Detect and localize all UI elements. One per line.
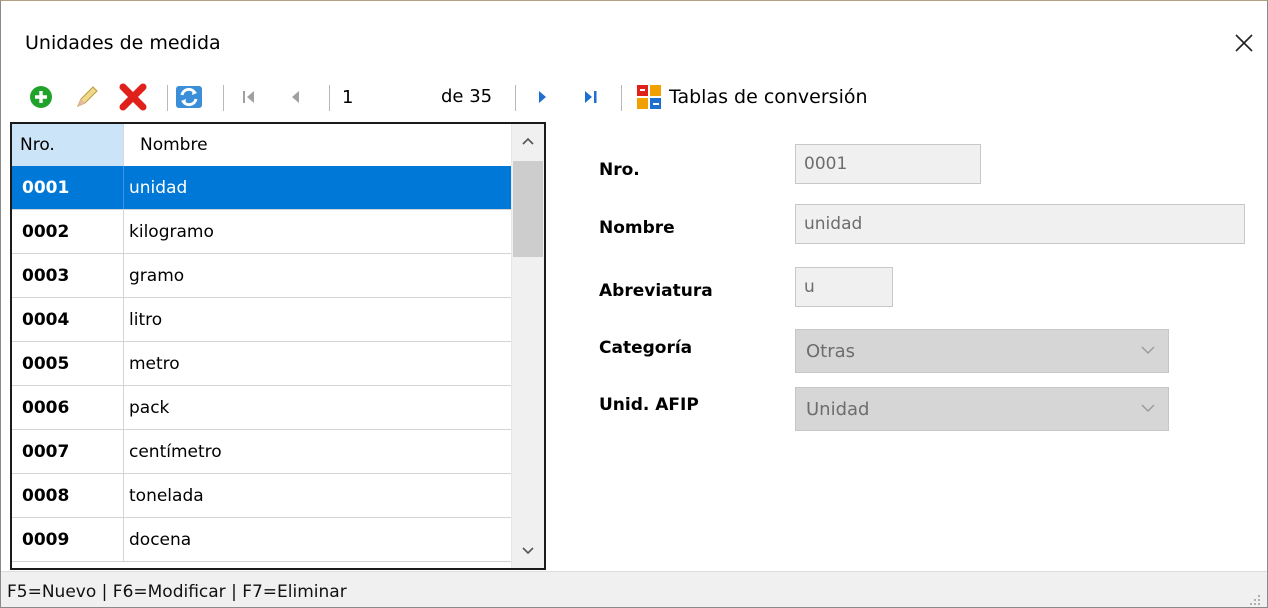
categoria-value: Otras [806,340,856,362]
column-header-nro[interactable]: Nro. [12,124,124,166]
toolbar-separator [167,85,168,111]
add-button[interactable] [25,81,57,113]
row-nombre: gramo [129,265,185,286]
table-row[interactable]: 0009 docena [12,518,512,562]
record-count-label: de 35 [441,86,493,107]
chevron-down-icon [1141,404,1155,412]
column-header-nombre[interactable]: Nombre [124,124,512,166]
row-nro: 0001 [12,166,124,209]
table-row[interactable]: 0003 gramo [12,254,512,298]
grid-scrollbar[interactable] [511,124,544,568]
chevron-down-icon [522,547,534,555]
row-nro: 0009 [12,518,124,561]
previous-record-icon [292,91,299,103]
add-icon [30,86,52,108]
status-bar: F5=Nuevo | F6=Modificar | F7=Eliminar [1,571,1267,607]
close-icon [1235,34,1253,52]
afip-select[interactable]: Unidad [795,387,1169,431]
last-record-icon [585,91,597,103]
row-nombre: centímetro [129,441,222,462]
table-row[interactable]: 0005 metro [12,342,512,386]
next-record-button[interactable] [527,81,559,113]
nombre-label: Nombre [599,218,675,238]
table-row[interactable]: 0002 kilogramo [12,210,512,254]
toolbar-separator [515,85,516,111]
row-nombre: litro [129,309,163,330]
first-record-button[interactable] [233,81,265,113]
row-nro: 0006 [12,386,124,429]
delete-button[interactable] [117,81,149,113]
delete-icon [119,83,147,111]
nro-field[interactable]: 0001 [795,144,981,184]
row-nombre: metro [129,353,180,374]
last-record-button[interactable] [575,81,607,113]
nro-label: Nro. [599,160,640,180]
refresh-icon [176,86,202,108]
row-nombre: pack [129,397,170,418]
scroll-down-button[interactable] [512,536,544,566]
conversion-tables-button[interactable] [633,81,665,113]
grid-rows: 0001 unidad 0002 kilogramo 0003 gramo 00… [12,166,512,562]
edit-icon [77,86,98,107]
row-nro: 0008 [12,474,124,517]
toolbar-separator [329,85,330,111]
conversion-tables-label[interactable]: Tablas de conversión [669,86,868,108]
categoria-select[interactable]: Otras [795,329,1169,373]
table-row[interactable]: 0008 tonelada [12,474,512,518]
afip-label: Unid. AFIP [599,395,699,415]
row-nombre: tonelada [129,485,204,506]
shortcut-hints: F5=Nuevo | F6=Modificar | F7=Eliminar [7,582,347,602]
toolbar-separator [621,85,622,111]
nombre-field[interactable]: unidad [795,204,1245,244]
record-number-input[interactable] [336,81,432,113]
units-window: Unidades de medida 1 de 35 Tablas de con… [0,0,1268,608]
first-record-icon [243,91,254,103]
scroll-up-button[interactable] [512,126,544,156]
row-nro: 0007 [12,430,124,473]
previous-record-button[interactable] [279,81,311,113]
abreviatura-label: Abreviatura [599,281,713,301]
table-row[interactable]: 0001 unidad [12,166,512,210]
resize-grip-icon[interactable] [1247,592,1261,606]
grid-header: Nro. Nombre [12,124,512,167]
row-nro: 0005 [12,342,124,385]
table-row[interactable]: 0007 centímetro [12,430,512,474]
scrollbar-thumb[interactable] [513,161,543,257]
refresh-button[interactable] [173,81,205,113]
conversion-table-icon [637,85,661,109]
afip-value: Unidad [806,398,870,420]
table-row[interactable]: 0004 litro [12,298,512,342]
chevron-up-icon [522,137,534,145]
window-title: Unidades de medida [25,32,221,54]
row-nro: 0002 [12,210,124,253]
toolbar-separator [223,85,224,111]
chevron-down-icon [1141,346,1155,354]
close-button[interactable] [1221,23,1267,63]
row-nro: 0004 [12,298,124,341]
categoria-label: Categoría [599,338,693,358]
abreviatura-field[interactable]: u [795,267,893,307]
row-nro: 0003 [12,254,124,297]
title-bar: Unidades de medida [1,1,1267,73]
row-nombre: kilogramo [129,221,214,242]
row-nombre: docena [129,529,192,550]
edit-button[interactable] [71,81,103,113]
row-nombre: unidad [129,177,188,198]
units-grid: Nro. Nombre 0001 unidad 0002 kilogramo 0… [10,122,546,570]
table-row[interactable]: 0006 pack [12,386,512,430]
next-record-icon [539,91,546,103]
